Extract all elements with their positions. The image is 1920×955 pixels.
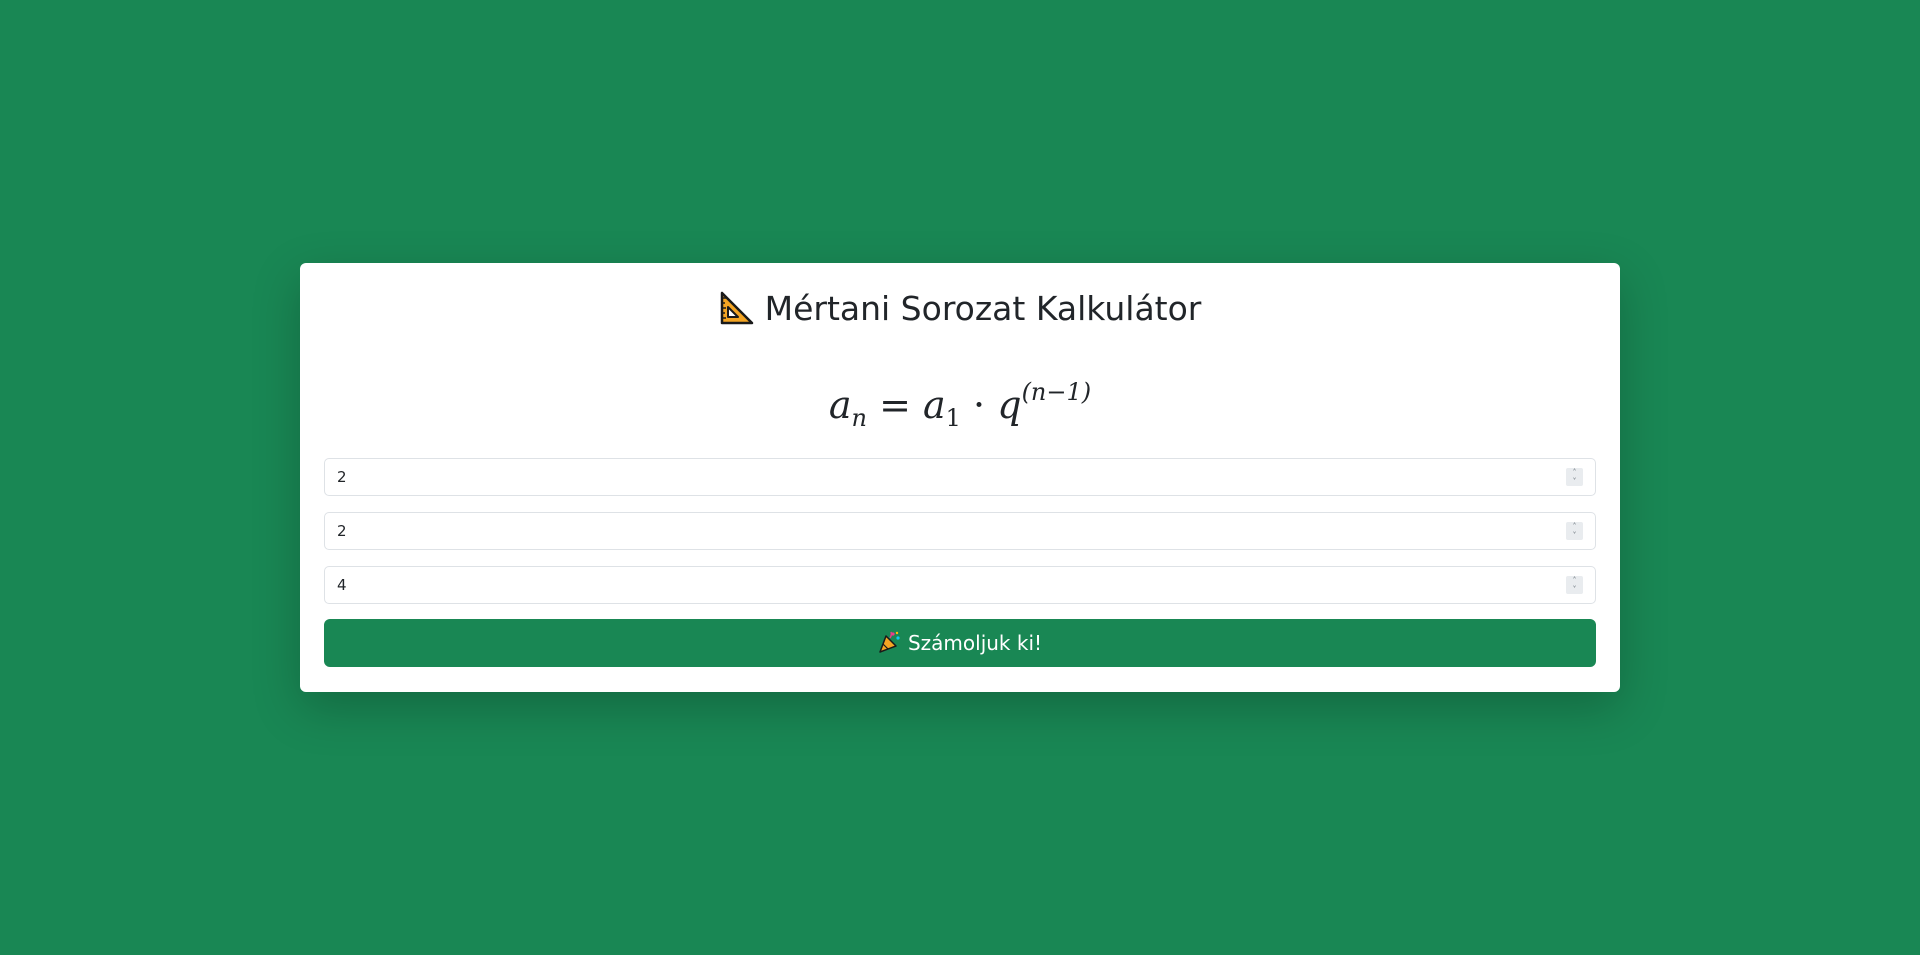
- ratio-input[interactable]: [325, 513, 1545, 549]
- number-spinner[interactable]: ˄ ˅: [1566, 576, 1583, 594]
- triangular-ruler-icon: [719, 290, 755, 326]
- party-popper-icon: [878, 623, 902, 653]
- spinner-up-icon[interactable]: ˄: [1566, 522, 1583, 531]
- n-input[interactable]: [325, 567, 1545, 603]
- ratio-field[interactable]: ˄ ˅: [324, 512, 1596, 550]
- calculate-button-label: Számoljuk ki!: [907, 631, 1043, 655]
- first-term-input[interactable]: [325, 459, 1545, 495]
- spinner-up-icon[interactable]: ˄: [1566, 576, 1583, 585]
- number-spinner[interactable]: ˄ ˅: [1566, 522, 1583, 540]
- formula: an = a1 · q(n−1): [828, 378, 1092, 432]
- page-title: Mértani Sorozat Kalkulátor: [300, 289, 1620, 328]
- calculator-card: Mértani Sorozat Kalkulátor an = a1 · q(n…: [300, 263, 1620, 692]
- n-field[interactable]: ˄ ˅: [324, 566, 1596, 604]
- number-spinner[interactable]: ˄ ˅: [1566, 468, 1583, 486]
- spinner-down-icon[interactable]: ˅: [1566, 585, 1583, 594]
- spinner-down-icon[interactable]: ˅: [1566, 477, 1583, 486]
- first-term-field[interactable]: ˄ ˅: [324, 458, 1596, 496]
- spinner-down-icon[interactable]: ˅: [1566, 531, 1583, 540]
- spinner-up-icon[interactable]: ˄: [1566, 468, 1583, 477]
- calculate-button[interactable]: Számoljuk ki!: [324, 619, 1596, 667]
- title-text: Mértani Sorozat Kalkulátor: [764, 289, 1202, 328]
